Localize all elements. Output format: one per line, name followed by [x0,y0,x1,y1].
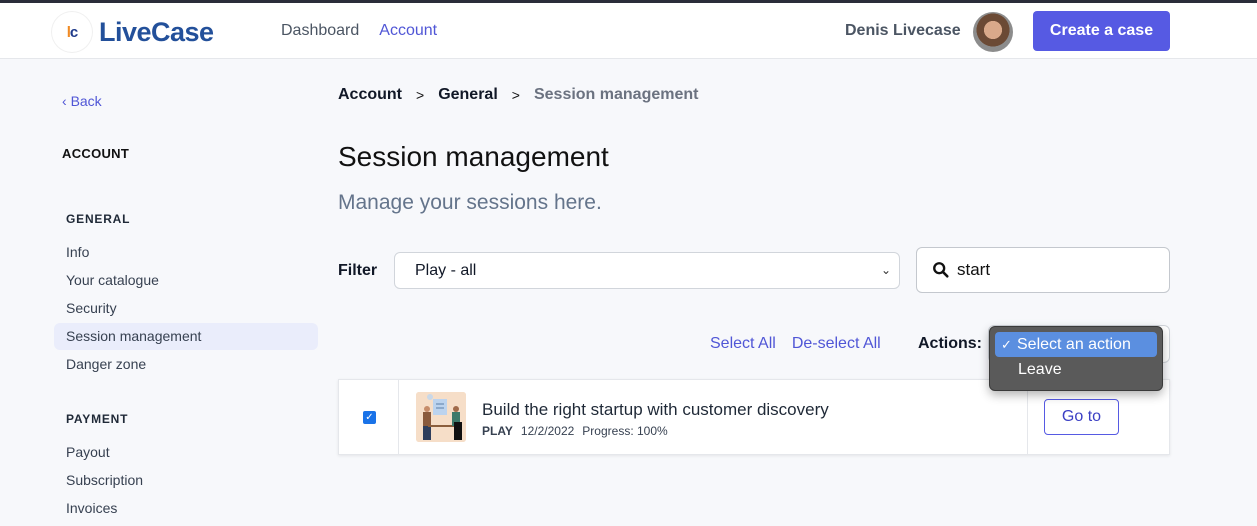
nav-account[interactable]: Account [379,22,437,40]
nav-dashboard[interactable]: Dashboard [281,22,359,40]
deselect-all-link[interactable]: De-select All [792,335,881,353]
session-progress: Progress: 100% [582,424,668,438]
chevron-left-icon: ‹ [62,93,71,109]
go-to-button[interactable]: Go to [1044,399,1119,435]
page-subtitle: Manage your sessions here. [338,191,602,214]
checkbox-cell: ✓ [339,380,399,454]
avatar[interactable] [973,12,1013,52]
sidebar-section-payment: PAYMENT [66,412,129,426]
logo[interactable]: lc LiveCase [52,12,214,52]
session-date: 12/2/2022 [520,424,575,438]
create-case-button[interactable]: Create a case [1033,11,1170,51]
sidebar-item-info[interactable]: Info [54,239,318,266]
sidebar-item-payout[interactable]: Payout [54,439,318,466]
breadcrumb-current: Session management [533,86,699,103]
sidebar-item-security[interactable]: Security [54,295,318,322]
search-field[interactable] [916,247,1170,293]
sidebar-item-subscription[interactable]: Subscription [54,467,318,494]
session-thumbnail [416,392,466,442]
chevron-right-icon: > [511,87,520,103]
go-to-cell: Go to [1027,380,1170,454]
select-all-link[interactable]: Select All [710,335,776,353]
search-input[interactable] [957,258,1157,282]
actions-label: Actions: [918,335,982,352]
session-meta: PLAY 12/2/2022 Progress: 100% [482,424,668,438]
sidebar-item-session-management[interactable]: Session management [54,323,318,350]
session-checkbox[interactable]: ✓ [363,411,376,424]
breadcrumb-general[interactable]: General [438,86,498,104]
checkmark-icon: ✓ [1001,337,1012,352]
filter-select[interactable]: Play - all ⌄ [394,252,900,289]
user-name[interactable]: Denis Livecase [845,22,961,40]
sidebar-item-danger-zone[interactable]: Danger zone [54,351,318,378]
logo-badge-icon: lc [52,12,92,52]
logo-badge-c: c [69,23,78,41]
action-option-label: Select an action [1017,336,1131,353]
session-type: PLAY [482,424,513,438]
breadcrumb-account[interactable]: Account [338,86,402,104]
search-icon [933,262,949,278]
action-option-leave[interactable]: Leave [995,357,1157,382]
breadcrumb: Account > General > Session management [338,86,698,104]
sidebar-section-general: GENERAL [66,212,131,226]
filter-label: Filter [338,262,378,279]
sidebar-item-invoices[interactable]: Invoices [54,495,318,522]
chevron-down-icon: ⌄ [880,263,891,277]
sidebar-item-your-catalogue[interactable]: Your catalogue [54,267,318,294]
filter-selected-value: Play - all [415,262,477,279]
meeting-illustration-icon [416,392,466,442]
back-link[interactable]: ‹ Back [62,93,102,109]
chevron-right-icon: > [416,87,425,103]
back-label: Back [70,93,102,109]
actions-dropdown-menu: ✓ Select an action Leave [989,326,1163,391]
logo-text: LiveCase [99,16,214,47]
page-title: Session management [338,141,609,172]
action-option-select[interactable]: ✓ Select an action [995,332,1157,357]
sidebar-heading: ACCOUNT [62,146,130,161]
main-nav: Dashboard Account [281,22,437,40]
session-title[interactable]: Build the right startup with customer di… [482,400,829,420]
selection-links: Select All De-select All [710,335,881,353]
top-navbar: lc LiveCase Dashboard Account Denis Live… [0,3,1257,59]
